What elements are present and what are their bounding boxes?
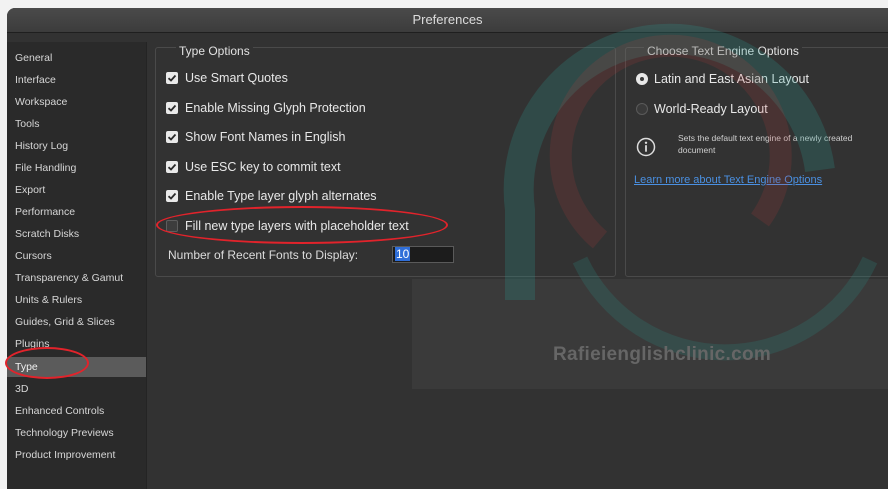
sidebar-item-units-rulers[interactable]: Units & Rulers [7, 290, 146, 310]
checkbox-esc-commit[interactable]: Use ESC key to commit text [166, 158, 341, 176]
checkbox-label: Use Smart Quotes [185, 71, 288, 85]
sidebar-item-export[interactable]: Export [7, 180, 146, 200]
checkbox-glyph-alternates[interactable]: Enable Type layer glyph alternates [166, 187, 377, 205]
checkbox-unchecked-icon[interactable] [166, 220, 178, 232]
watermark-text: Rafieienglishclinic.com [553, 344, 772, 365]
sidebar-item-3d[interactable]: 3D [7, 379, 146, 399]
recent-fonts-input[interactable]: 10 [392, 246, 454, 263]
sidebar-item-general[interactable]: General [7, 48, 146, 68]
type-options-title: Type Options [176, 44, 253, 58]
sidebar-item-type[interactable]: Type [7, 357, 146, 377]
window-title: Preferences [412, 12, 483, 27]
radio-label: World-Ready Layout [654, 102, 768, 116]
checkbox-checked-icon[interactable] [166, 102, 178, 114]
checkbox-checked-icon[interactable] [166, 131, 178, 143]
sidebar-item-performance[interactable]: Performance [7, 202, 146, 222]
checkbox-missing-glyph-protection[interactable]: Enable Missing Glyph Protection [166, 99, 366, 117]
sidebar-item-file-handling[interactable]: File Handling [7, 158, 146, 178]
checkbox-label: Show Font Names in English [185, 130, 346, 144]
sidebar-item-plugins[interactable]: Plugins [7, 334, 146, 354]
checkbox-checked-icon[interactable] [166, 72, 178, 84]
sidebar-item-workspace[interactable]: Workspace [7, 92, 146, 112]
sidebar-item-technology-previews[interactable]: Technology Previews [7, 423, 146, 443]
text-engine-title: Choose Text Engine Options [644, 44, 802, 58]
checkbox-label: Enable Type layer glyph alternates [185, 189, 377, 203]
sidebar-item-guides-grid-slices[interactable]: Guides, Grid & Slices [7, 312, 146, 332]
checkbox-label: Use ESC key to commit text [185, 160, 341, 174]
radio-selected-icon[interactable] [636, 73, 648, 85]
checkbox-label: Fill new type layers with placeholder te… [185, 219, 409, 233]
sidebar-item-cursors[interactable]: Cursors [7, 246, 146, 266]
info-icon [636, 137, 656, 157]
preferences-sidebar: General Interface Workspace Tools Histor… [7, 42, 147, 489]
recent-fonts-value: 10 [395, 247, 411, 261]
radio-unselected-icon[interactable] [636, 103, 648, 115]
title-bar[interactable]: Preferences [7, 8, 888, 33]
sidebar-item-product-improvement[interactable]: Product Improvement [7, 445, 146, 465]
radio-label: Latin and East Asian Layout [654, 72, 809, 86]
sidebar-item-scratch-disks[interactable]: Scratch Disks [7, 224, 146, 244]
learn-more-link[interactable]: Learn more about Text Engine Options [634, 174, 822, 186]
sidebar-item-interface[interactable]: Interface [7, 70, 146, 90]
sidebar-item-history-log[interactable]: History Log [7, 136, 146, 156]
checkbox-label: Enable Missing Glyph Protection [185, 101, 366, 115]
checkbox-placeholder-text[interactable]: Fill new type layers with placeholder te… [166, 217, 409, 235]
checkbox-use-smart-quotes[interactable]: Use Smart Quotes [166, 69, 288, 87]
checkbox-checked-icon[interactable] [166, 161, 178, 173]
sidebar-item-transparency-gamut[interactable]: Transparency & Gamut [7, 268, 146, 288]
sidebar-item-tools[interactable]: Tools [7, 114, 146, 134]
info-text: Sets the default text engine of a newly … [678, 133, 853, 155]
checkbox-font-names-english[interactable]: Show Font Names in English [166, 128, 346, 146]
recent-fonts-label: Number of Recent Fonts to Display: [168, 248, 359, 262]
checkbox-checked-icon[interactable] [166, 190, 178, 202]
radio-latin-east-asian[interactable]: Latin and East Asian Layout [636, 70, 809, 88]
sidebar-item-enhanced-controls[interactable]: Enhanced Controls [7, 401, 146, 421]
radio-world-ready[interactable]: World-Ready Layout [636, 100, 768, 118]
